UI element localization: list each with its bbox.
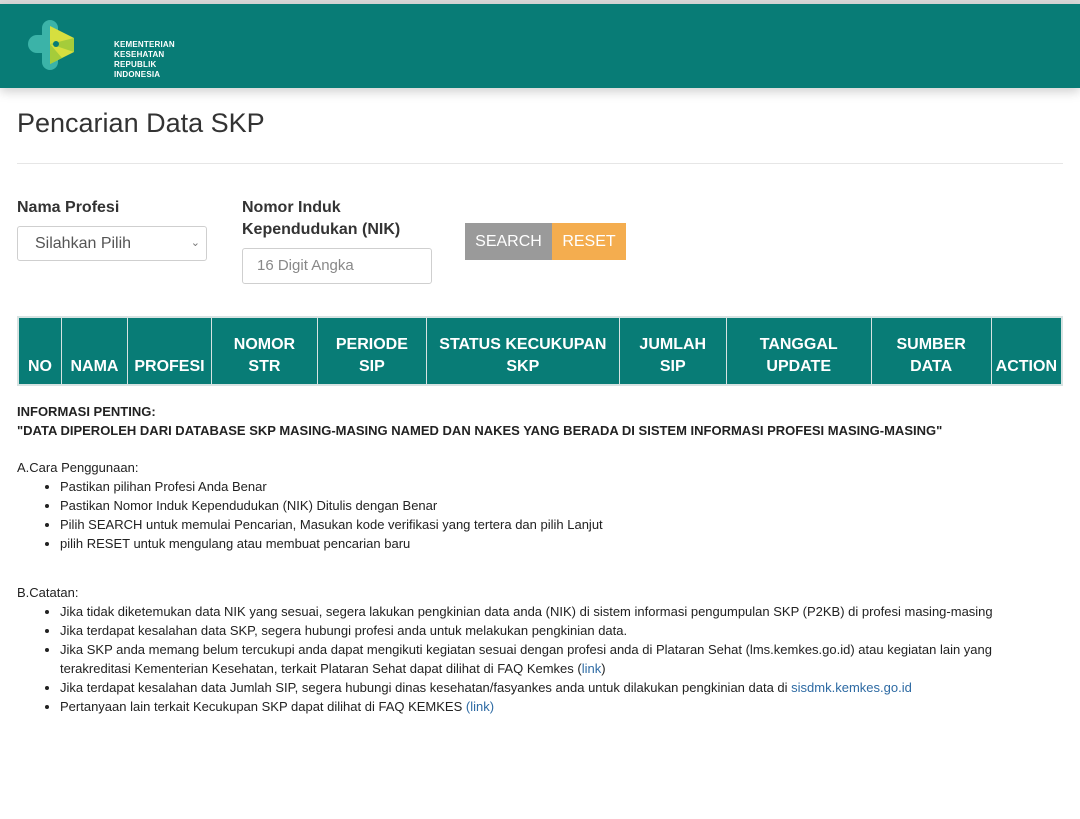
list-item: Jika tidak diketemukan data NIK yang ses… [60,602,1063,621]
list-item: Pastikan Nomor Induk Kependudukan (NIK) … [60,496,1063,515]
nik-label-line: Nomor Induk [242,199,341,216]
column-header: TANGGAL UPDATE [726,317,872,385]
search-button[interactable]: SEARCH [465,223,552,260]
list-item: Jika SKP anda memang belum tercukupi and… [60,640,1063,678]
faq-kemkes-faq-link[interactable]: (link) [466,699,494,714]
nik-input[interactable]: 16 Digit Angka [242,248,432,284]
info-heading: INFORMASI PENTING: [17,404,156,419]
list-item: Jika terdapat kesalahan data Jumlah SIP,… [60,678,1063,697]
profesi-label: Nama Profesi [17,199,120,216]
nik-input-placeholder: 16 Digit Angka [257,257,354,274]
chevron-down-icon: ⌄ [190,237,200,249]
logo-line: REPUBLIK [114,60,157,69]
section-a-title: A.Cara Penggunaan: [17,460,139,475]
column-header: STATUS KECUKUPAN SKP [426,317,620,385]
list-item-text: Pertanyaan lain terkait Kecukupan SKP da… [60,699,466,714]
kemenkes-logo[interactable]: KEMENTERIAN KESEHATAN REPUBLIK INDONESIA [28,18,175,79]
column-header: PERIODE SIP [317,317,427,385]
list-item-text: Jika SKP anda memang belum tercukupi and… [60,642,993,676]
profesi-select[interactable]: Silahkan Pilih ⌄ [17,226,207,261]
column-header: JUMLAH SIP [619,317,727,385]
column-header: PROFESI [127,317,212,385]
table-header-row: NO NAMA PROFESI NOMOR STR PERIODE SIP STAT… [18,317,1062,385]
list-item: Pertanyaan lain terkait Kecukupan SKP da… [60,697,1063,716]
list-item: pilih RESET untuk mengulang atau membuat… [60,534,1063,553]
column-header: NO [18,317,62,385]
divider [17,163,1063,164]
info-quote: "DATA DIPEROLEH DARI DATABASE SKP MASING… [17,423,943,438]
logo-wordmark: KEMENTERIAN KESEHATAN REPUBLIK INDONESIA [114,40,175,80]
list-item-text: ) [601,661,606,676]
nik-label-line: Kependudukan (NIK) [242,221,401,238]
logo-line: KEMENTERIAN [114,40,175,49]
list-item: Pastikan pilihan Profesi Anda Benar [60,477,1063,496]
logo-line: KESEHATAN [114,50,165,59]
kemenkes-logo-icon [28,20,74,70]
column-header: NAMA [61,317,128,385]
notes-list: Jika tidak diketemukan data NIK yang ses… [17,602,1063,716]
list-item-text: Jika terdapat kesalahan data Jumlah SIP,… [60,680,792,695]
info-section: INFORMASI PENTING: "DATA DIPEROLEH DARI … [17,402,1063,716]
logo-line: INDONESIA [114,70,161,79]
column-header: ACTION [991,317,1062,385]
column-header: NOMOR STR [211,317,318,385]
section-b-title: B.Catatan: [17,585,79,600]
nik-label: Nomor Induk Kependudukan (NIK) [242,197,400,241]
page-title: Pencarian Data SKP [17,108,265,138]
usage-list: Pastikan pilihan Profesi Anda Benar Past… [17,477,1063,553]
reset-button[interactable]: RESET [552,223,626,260]
column-header: SUMBER DATA [871,317,992,385]
site-header: KEMENTERIAN KESEHATAN REPUBLIK INDONESIA [0,4,1080,88]
faq-kemkes-link[interactable]: link [582,661,602,676]
list-item: Pilih SEARCH untuk memulai Pencarian, Ma… [60,515,1063,534]
list-item: Jika terdapat kesalahan data SKP, segera… [60,621,1063,640]
results-table: NO NAMA PROFESI NOMOR STR PERIODE SIP STAT… [17,316,1063,386]
profesi-select-value: Silahkan Pilih [35,235,132,252]
sisdmk-link[interactable]: sisdmk.kemkes.go.id [791,680,912,695]
